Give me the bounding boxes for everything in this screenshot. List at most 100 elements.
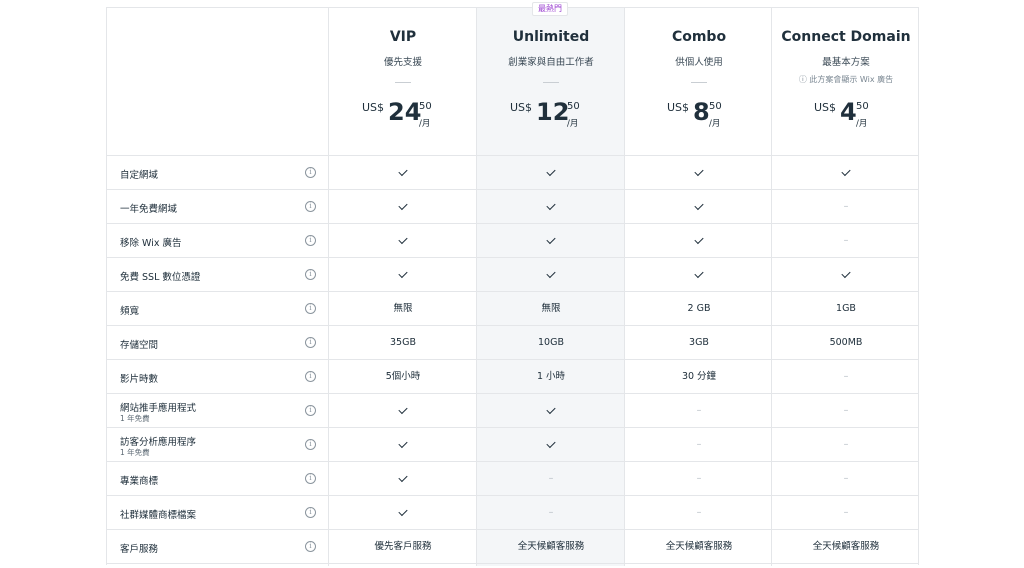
feature-label: 自定網域 (120, 170, 159, 181)
info-icon[interactable]: i (305, 201, 316, 212)
not-included-dash: – (548, 507, 554, 518)
feature-value: 500MB (829, 337, 863, 348)
feature-label: 客戶服務 (120, 544, 159, 555)
plan-header-3: Connect Domain 最基本方案 ⓘ 此方案會顯示 Wix 廣告 US$ 4 50… (772, 8, 920, 156)
info-icon[interactable]: i (305, 541, 316, 552)
plan-description: 供個人使用 (675, 57, 723, 68)
check-icon (477, 428, 625, 461)
feature-value: 全天候顧客服務 (517, 541, 585, 552)
feature-label: 社群媒體商標檔案 (120, 510, 197, 521)
price-decimal: 50 (709, 101, 722, 112)
check-icon (329, 224, 477, 257)
feature-row: 移除 Wix 廣告 i – (107, 224, 918, 258)
plan-separator (395, 82, 411, 83)
check-icon (329, 496, 477, 529)
feature-label: 一年免費網域 (120, 204, 178, 215)
feature-row: 客戶服務 i 優先客戶服務 全天候顧客服務 全天候顧客服務 全天候顧客服務 (107, 530, 918, 564)
info-icon[interactable]: i (305, 473, 316, 484)
feature-label: 影片時數 (120, 374, 159, 385)
info-icon[interactable]: i (305, 439, 316, 450)
not-included-dash: – (696, 473, 702, 484)
check-icon (477, 190, 625, 223)
feature-value: 無限 (393, 303, 413, 314)
price-integer: 24 (388, 98, 422, 126)
feature-row: 網站推手應用程式 1 年免費 i – – (107, 394, 918, 428)
check-icon (477, 258, 625, 291)
feature-value: 1GB (836, 303, 856, 314)
info-icon[interactable]: i (305, 371, 316, 382)
price-currency: US$ (510, 101, 533, 114)
price-decimal: 50 (419, 101, 432, 112)
feature-label: 頻寬 (120, 306, 140, 317)
not-included-dash: – (696, 405, 702, 416)
price-period: /月 (856, 119, 868, 129)
check-icon (477, 394, 625, 427)
check-icon (625, 258, 773, 291)
not-included-dash: – (843, 201, 849, 212)
feature-row: 影片時數 i 5個小時 1 小時 30 分鐘 – (107, 360, 918, 394)
feature-row: 社群媒體商標檔案 i – – – (107, 496, 918, 530)
feature-label: 存儲空間 (120, 340, 159, 351)
plan-name: VIP (389, 29, 417, 45)
not-included-dash: – (843, 405, 849, 416)
feature-sublabel: 1 年免費 (120, 448, 150, 457)
plan-description: 創業家與自由工作者 (508, 57, 594, 68)
not-included-dash: – (696, 439, 702, 450)
not-included-dash: – (843, 473, 849, 484)
plan-separator (543, 82, 559, 83)
check-icon (772, 156, 920, 189)
feature-label: 移除 Wix 廣告 (120, 238, 182, 249)
feature-value: 全天候顧客服務 (665, 541, 733, 552)
feature-value: 3GB (689, 337, 709, 348)
plan-header-0: VIP 優先支援 US$ 24 50/月 (329, 8, 477, 156)
feature-value: 5個小時 (385, 371, 421, 382)
check-icon (625, 156, 773, 189)
price-period: /月 (567, 119, 579, 129)
info-icon[interactable]: i (305, 269, 316, 280)
check-icon (329, 394, 477, 427)
feature-value: 10GB (538, 337, 564, 348)
feature-row: 訪客分析應用程序 1 年免費 i – – (107, 428, 918, 462)
info-icon[interactable]: i (305, 337, 316, 348)
info-icon[interactable]: i (305, 303, 316, 314)
check-icon (329, 428, 477, 461)
not-included-dash: – (843, 371, 849, 382)
feature-label: 免費 SSL 數位憑證 (120, 272, 201, 283)
info-icon[interactable]: i (305, 405, 316, 416)
check-icon (329, 190, 477, 223)
price-currency: US$ (667, 101, 690, 114)
not-included-dash: – (548, 473, 554, 484)
info-icon[interactable]: i (305, 235, 316, 246)
price-currency: US$ (814, 101, 837, 114)
check-icon (625, 190, 773, 223)
price-integer: 4 (840, 98, 857, 126)
check-icon (772, 258, 920, 291)
check-icon (625, 224, 773, 257)
check-icon (477, 224, 625, 257)
plan-separator (691, 82, 707, 83)
plan-price: US$ 12 50/月 (477, 98, 625, 130)
feature-value: 1 小時 (536, 371, 566, 382)
plan-header-2: Combo 供個人使用 US$ 8 50/月 (625, 8, 773, 156)
feature-label: 訪客分析應用程序 (120, 437, 197, 448)
not-included-dash: – (843, 507, 849, 518)
not-included-dash: – (843, 235, 849, 246)
not-included-dash: – (696, 507, 702, 518)
feature-row: 一年免費網域 i – (107, 190, 918, 224)
price-currency: US$ (362, 101, 385, 114)
not-included-dash: – (843, 439, 849, 450)
plan-ad-note: ⓘ 此方案會顯示 Wix 廣告 (798, 75, 894, 84)
info-icon[interactable]: i (305, 167, 316, 178)
plan-description: 優先支援 (383, 57, 422, 68)
price-integer: 12 (536, 98, 570, 126)
feature-value: 2 GB (687, 303, 711, 314)
plan-name: Connect Domain (781, 29, 911, 45)
plan-name: Unlimited (512, 29, 590, 45)
feature-value: 優先客戶服務 (374, 541, 432, 552)
feature-value: 35GB (390, 337, 416, 348)
feature-value: 全天候顧客服務 (812, 541, 880, 552)
info-icon[interactable]: i (305, 507, 316, 518)
feature-row: 自定網域 i (107, 156, 918, 190)
check-icon (329, 258, 477, 291)
plan-price: US$ 4 50/月 (772, 98, 920, 130)
